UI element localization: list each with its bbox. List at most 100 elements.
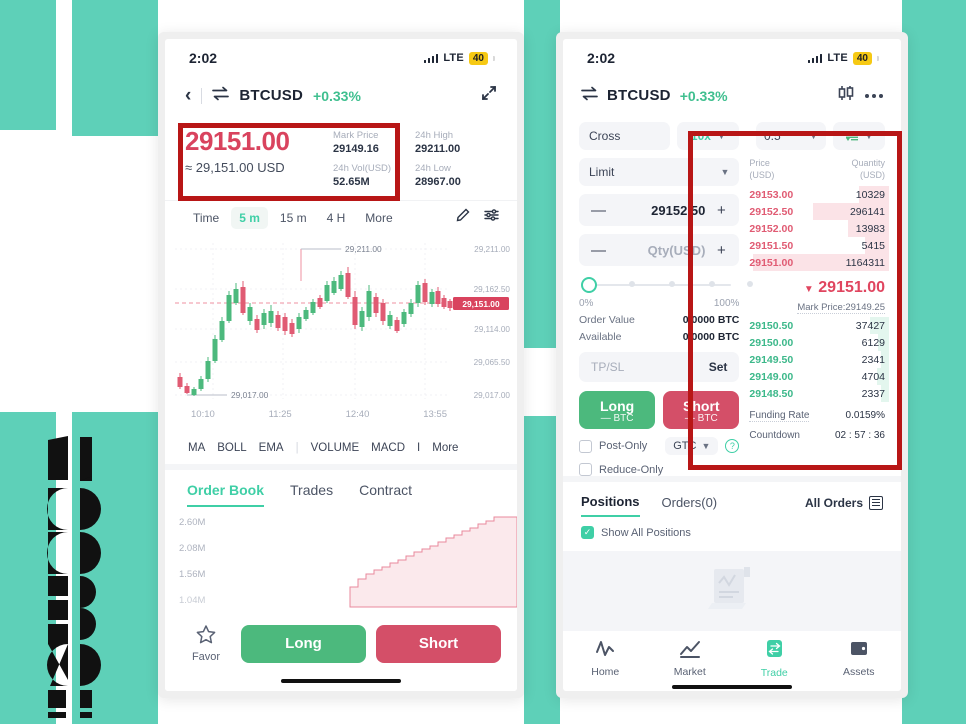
candlestick-icon[interactable] xyxy=(836,85,856,106)
order-book: 0.5 ▼ ▼ Price (USD) Quantity (USD) 29153… xyxy=(745,122,901,476)
teal-block-middle-bottom xyxy=(524,416,560,724)
wallet-icon xyxy=(850,642,867,655)
post-only-checkbox[interactable] xyxy=(579,439,592,453)
tab-more[interactable]: More xyxy=(357,207,400,229)
order-type-select[interactable]: Limit ▼ xyxy=(579,158,740,186)
increment-price-button[interactable]: + xyxy=(715,202,727,219)
order-value-row: Order Value 0.0000 BTC xyxy=(579,314,739,326)
tab-orders[interactable]: Orders(0) xyxy=(662,495,718,516)
order-value: 0.0000 BTC xyxy=(682,314,740,326)
qty-input[interactable]: Qty(USD) xyxy=(603,243,715,258)
empty-positions-placeholder xyxy=(563,551,901,631)
long-button[interactable]: Long — BTC xyxy=(579,391,656,429)
tab-5m[interactable]: 5 m xyxy=(231,206,268,229)
tab-positions[interactable]: Positions xyxy=(581,494,640,517)
decrement-price-button[interactable]: — xyxy=(591,202,606,219)
order-book-row[interactable]: 29153.00 10329 xyxy=(749,186,889,204)
change-label: +0.33% xyxy=(313,87,361,104)
expand-icon[interactable] xyxy=(481,85,497,106)
tif-select[interactable]: GTC ▼ xyxy=(665,437,719,455)
price-input[interactable]: 29152.50 xyxy=(603,203,715,218)
tick-size-value: 0.5 xyxy=(764,129,781,143)
indicator-ema[interactable]: EMA xyxy=(254,442,289,454)
all-orders-button[interactable]: All Orders xyxy=(804,495,883,516)
chevron-left-icon[interactable]: ‹ xyxy=(185,86,191,105)
order-book-row[interactable]: 29150.50 37427 xyxy=(749,317,889,335)
all-orders-label: All Orders xyxy=(804,495,863,510)
leverage-select[interactable]: 10x ▼ xyxy=(677,122,740,150)
stat-24h-vol: 24h Vol(USD) 52.65M xyxy=(333,163,415,188)
show-all-positions-checkbox[interactable]: ✓ xyxy=(581,526,594,539)
order-book-row[interactable]: 29152.00 13983 xyxy=(749,220,889,238)
svg-text:29,211.00: 29,211.00 xyxy=(345,244,382,254)
margin-mode-select[interactable]: Cross xyxy=(579,122,671,150)
show-all-positions-row[interactable]: ✓ Show All Positions xyxy=(563,517,901,551)
order-book-row[interactable]: 29152.50 296141 xyxy=(749,203,889,221)
order-book-price-header: Price (USD) xyxy=(749,158,774,181)
indicator-boll[interactable]: BOLL xyxy=(212,442,251,454)
tab-4h[interactable]: 4 H xyxy=(319,207,354,229)
depth-view-select[interactable]: ▼ xyxy=(833,122,885,150)
order-book-asks: 29153.00 10329 29152.50 296141 29152.00 … xyxy=(749,186,889,272)
qty-header-line2: (USD) xyxy=(860,169,885,180)
indicator-ma[interactable]: MA xyxy=(183,442,210,454)
pencil-icon[interactable] xyxy=(456,208,470,227)
tpsl-field[interactable]: TP/SL Set xyxy=(579,352,740,382)
stat-24h-low: 24h Low 28967.00 xyxy=(415,163,497,188)
swap-icon[interactable] xyxy=(581,86,598,106)
tab-assets[interactable]: Assets xyxy=(817,639,902,679)
stat-label: Mark Price xyxy=(333,130,379,141)
tab-trades[interactable]: Trades xyxy=(290,482,333,507)
tab-trade-label: Trade xyxy=(760,667,788,679)
tab-order-book[interactable]: Order Book xyxy=(187,482,265,507)
swap-icon[interactable] xyxy=(212,86,230,106)
tpsl-set-button[interactable]: Set xyxy=(709,360,728,374)
order-book-row[interactable]: 29149.50 2341 xyxy=(749,351,889,369)
long-button[interactable]: Long xyxy=(241,624,366,663)
slider-notch xyxy=(669,281,675,287)
short-button[interactable]: Short — BTC xyxy=(663,391,740,429)
short-button[interactable]: Short xyxy=(376,624,501,663)
short-label: Short xyxy=(683,398,720,415)
increment-qty-button[interactable]: + xyxy=(715,242,727,259)
tab-market[interactable]: Market xyxy=(648,639,733,679)
tab-home[interactable]: Home xyxy=(563,639,648,679)
bid-price: 29150.00 xyxy=(749,336,794,349)
mid-price-block: ▼ 29151.00 Mark Price:29149.25 xyxy=(749,271,885,317)
favor-button[interactable]: Favor xyxy=(181,624,231,663)
tab-trade[interactable]: Trade xyxy=(732,639,817,679)
price-header-line2: (USD) xyxy=(749,169,775,180)
price-header-line1: Price xyxy=(749,158,770,168)
qty-stepper[interactable]: — Qty(USD) + xyxy=(579,234,740,266)
indicator-i[interactable]: I xyxy=(412,442,425,454)
tab-contract[interactable]: Contract xyxy=(359,482,412,507)
indicator-volume[interactable]: VOLUME xyxy=(306,442,365,454)
tab-time[interactable]: Time xyxy=(185,207,227,229)
indicator-macd[interactable]: MACD xyxy=(366,442,410,454)
question-icon[interactable]: ? xyxy=(725,439,740,453)
slider-knob[interactable] xyxy=(581,277,597,293)
header-divider xyxy=(201,87,203,104)
price-chart[interactable]: 29,211.00 29,162.50 29,114.00 29,065.50 … xyxy=(165,237,517,433)
order-book-row[interactable]: 29151.00 1164311 xyxy=(749,254,889,272)
order-book-row[interactable]: 29151.50 5415 xyxy=(749,237,889,255)
bid-qty: 4704 xyxy=(861,370,885,383)
bid-price: 29149.00 xyxy=(749,370,794,383)
tab-15m[interactable]: 15 m xyxy=(272,207,315,229)
indicator-more[interactable]: More xyxy=(427,442,463,454)
amount-slider[interactable] xyxy=(581,274,753,296)
more-dots-icon[interactable] xyxy=(865,93,883,98)
decrement-qty-button[interactable]: — xyxy=(591,242,606,259)
order-book-row[interactable]: 29150.00 6129 xyxy=(749,334,889,352)
ask-price: 29152.50 xyxy=(749,205,794,218)
settings-sliders-icon[interactable] xyxy=(484,208,499,227)
tick-size-select[interactable]: 0.5 ▼ xyxy=(756,122,826,150)
available-value: 0.0000 BTC xyxy=(682,331,740,343)
available-row: Available 0.0000 BTC xyxy=(579,331,739,343)
chevron-down-icon: ▼ xyxy=(809,131,818,141)
order-book-row[interactable]: 29149.00 4704 xyxy=(749,368,889,386)
order-book-row[interactable]: 29148.50 2337 xyxy=(749,385,889,403)
price-stepper[interactable]: — 29152.50 + xyxy=(579,194,740,226)
reduce-only-checkbox[interactable] xyxy=(579,463,592,476)
left-header: ‹ BTCUSD +0.33% xyxy=(165,77,517,116)
